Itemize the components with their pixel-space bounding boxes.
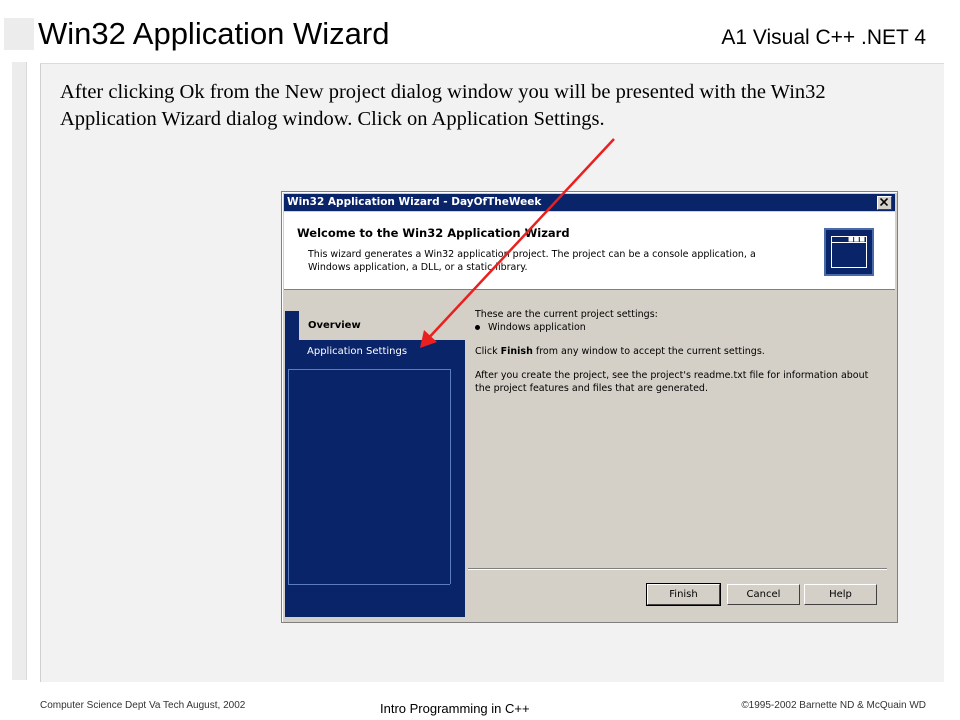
footer-center-text: Intro Programming in C++ — [380, 701, 530, 716]
footer-left-text: Computer Science Dept Va Tech August, 20… — [40, 700, 246, 711]
footer-right-text: ©1995-2002 Barnette ND & McQuain WD — [741, 700, 926, 711]
annotation-arrow-shaft — [423, 138, 615, 344]
red-arrow-icon — [420, 138, 615, 348]
